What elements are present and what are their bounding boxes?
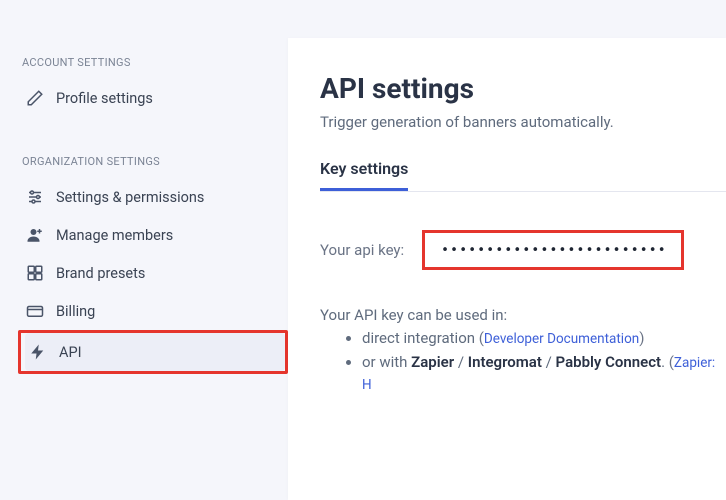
- integromat-name: Integromat: [468, 353, 542, 371]
- sliders-icon: [26, 188, 44, 206]
- link-developer-docs[interactable]: Developer Documentation: [484, 331, 639, 347]
- period: .: [661, 353, 669, 371]
- sidebar-item-api[interactable]: API: [25, 333, 285, 371]
- section-account-label: ACCOUNT SETTINGS: [22, 56, 288, 69]
- pencil-icon: [26, 89, 44, 107]
- bolt-icon: [29, 343, 47, 361]
- palette-icon: [26, 264, 44, 282]
- highlight-api-item: API: [18, 330, 288, 374]
- sidebar-item-billing[interactable]: Billing: [22, 292, 288, 330]
- sidebar-item-label: Settings & permissions: [56, 189, 204, 206]
- person-add-icon: [26, 226, 44, 244]
- sidebar-item-settings-permissions[interactable]: Settings & permissions: [22, 178, 288, 216]
- usage-item-text: direct integration: [362, 329, 479, 347]
- credit-card-icon: [26, 302, 44, 320]
- paren-close: ): [639, 329, 644, 347]
- page-subtitle: Trigger generation of banners automatica…: [320, 113, 726, 131]
- zapier-name: Zapier: [411, 353, 454, 371]
- sidebar-item-manage-members[interactable]: Manage members: [22, 216, 288, 254]
- sidebar-item-label: Profile settings: [56, 90, 153, 107]
- api-key-row: Your api key: ••••••••••••••••••••••••••…: [320, 230, 726, 270]
- app-layout: ACCOUNT SETTINGS Profile settings ORGANI…: [0, 0, 726, 500]
- sidebar-item-profile-settings[interactable]: Profile settings: [22, 79, 288, 117]
- api-key-label: Your api key:: [320, 241, 404, 259]
- pabbly-name: Pabbly Connect: [556, 353, 662, 371]
- sidebar-item-label: API: [59, 344, 82, 361]
- page-title: API settings: [320, 72, 726, 105]
- usage-title: Your API key can be used in:: [320, 306, 726, 324]
- sidebar-item-brand-presets[interactable]: Brand presets: [22, 254, 288, 292]
- sep: /: [454, 353, 468, 371]
- sidebar-item-label: Billing: [56, 303, 95, 320]
- api-key-value: ••••••••••••••••••••••••••••••••••: [441, 243, 665, 258]
- sep: /: [542, 353, 556, 371]
- usage-item-prefix: or with: [362, 353, 411, 371]
- usage-item-integrations: or with Zapier / Integromat / Pabbly Con…: [362, 352, 726, 396]
- sidebar-item-label: Brand presets: [56, 265, 145, 282]
- section-org-label: ORGANIZATION SETTINGS: [22, 155, 288, 168]
- main-panel: API settings Trigger generation of banne…: [288, 38, 726, 500]
- usage-list: direct integration (Developer Documentat…: [320, 328, 726, 395]
- api-key-field[interactable]: ••••••••••••••••••••••••••••••••••: [422, 230, 684, 270]
- tab-key-settings[interactable]: Key settings: [320, 159, 408, 191]
- usage-item-direct: direct integration (Developer Documentat…: [362, 328, 726, 350]
- sidebar-item-label: Manage members: [56, 227, 173, 244]
- tabs: Key settings: [320, 159, 726, 192]
- sidebar: ACCOUNT SETTINGS Profile settings ORGANI…: [0, 0, 288, 500]
